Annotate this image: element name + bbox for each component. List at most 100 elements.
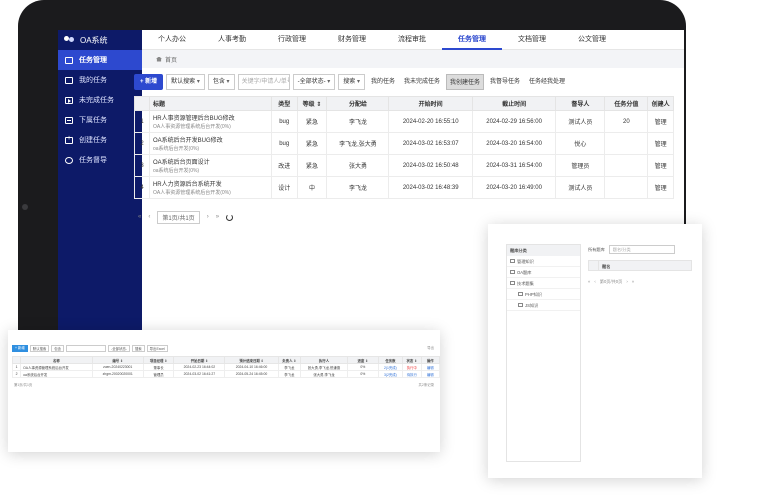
- col-header-owner[interactable]: 负责人 ⇕: [277, 356, 302, 364]
- question-pager: « ‹ 第0页/共0页 › »: [588, 279, 692, 285]
- cell-tasks[interactable]: 3(2完成): [377, 370, 404, 378]
- filter-supervised[interactable]: 我督导任务: [487, 74, 523, 90]
- cell-owner: 李飞龙: [277, 363, 302, 371]
- tree-node[interactable]: JS知识: [507, 300, 580, 311]
- pager-last[interactable]: »: [632, 279, 634, 285]
- project-search-mode[interactable]: 默认搜索: [29, 344, 50, 352]
- filter-created[interactable]: 我创建任务: [446, 74, 485, 90]
- cell-assignee: 李飞龙,张大勇: [326, 132, 390, 155]
- cell-name[interactable]: OA人事资源管理系统后台开发: [20, 363, 93, 371]
- cell-type: bug: [270, 132, 298, 155]
- col-header-end[interactable]: 截止时间: [471, 96, 557, 111]
- col-header-creator[interactable]: 创建人: [647, 96, 674, 111]
- folder-icon: [518, 292, 523, 296]
- refresh-icon[interactable]: [226, 213, 234, 221]
- search-button[interactable]: 搜索: [338, 74, 365, 90]
- task-project: oa系统后台开发(0%): [152, 168, 200, 174]
- task-table: 标题 类型 等级 ⇕ 分配给 开始时间 截止时间 督导人 任务分值 创建人 1 …: [134, 96, 674, 199]
- table-row[interactable]: 1 OA人事资源管理系统后台开发 zuen-20240223001 董事长 20…: [11, 363, 440, 371]
- pager-first[interactable]: «: [138, 214, 141, 220]
- pager-page-select[interactable]: 第1页/共1页: [14, 382, 32, 387]
- col-header-tasks[interactable]: 任务数: [377, 356, 404, 364]
- cell-title[interactable]: HR人事资源管理后台BUG修改 OA人事资源管理系统后台开发(0%): [148, 110, 272, 133]
- col-header-check: [589, 261, 599, 270]
- cell-level: 紧急: [296, 132, 328, 155]
- cell-index: 1: [134, 110, 150, 133]
- col-header-title[interactable]: 标题: [148, 96, 272, 111]
- pager-next[interactable]: ›: [207, 214, 209, 220]
- col-header-supervisor[interactable]: 督导人: [555, 96, 606, 111]
- project-contains[interactable]: 包含: [51, 344, 65, 352]
- add-button[interactable]: + 新增: [134, 74, 164, 90]
- cell-title[interactable]: OA系统后台页面设计 oa系统后台开发(0%): [148, 154, 272, 177]
- cell-score: [604, 176, 649, 199]
- cell-type: 设计: [270, 176, 298, 199]
- col-header-status[interactable]: 状态 ⇕: [402, 356, 422, 364]
- col-header-pm[interactable]: 项目经理 ⇕: [142, 356, 175, 364]
- cell-tasks[interactable]: 2(1完成): [377, 363, 404, 371]
- filter-unfinished[interactable]: 我未完成任务: [401, 74, 443, 90]
- table-row[interactable]: 2 oa系统后台开发 zhgm-20020020001 管理员 2024-03-…: [11, 370, 440, 378]
- pager-last[interactable]: »: [216, 214, 219, 220]
- task-title[interactable]: OA系统后台开发BUG修改: [153, 138, 223, 144]
- stage: OA系统 任务管理 我的任务 未完成任务 下属任务 + 创建任务 任务督导 个人…: [0, 0, 760, 500]
- task-title[interactable]: OA系统后台页面设计: [153, 160, 210, 166]
- col-header-score[interactable]: 任务分值: [604, 96, 649, 111]
- table-row[interactable]: 1 HR人事资源管理后台BUG修改 OA人事资源管理系统后台开发(0%) bug …: [134, 110, 674, 133]
- folder-icon: [510, 281, 515, 285]
- contains-select[interactable]: 包含: [207, 74, 235, 90]
- project-status-select[interactable]: -全部状态-: [108, 344, 130, 352]
- cell-owner: 李飞龙: [277, 370, 302, 378]
- folder-icon: [518, 303, 523, 307]
- task-title[interactable]: HR人力资源后台系统开发: [153, 182, 222, 188]
- col-header-index: [11, 356, 22, 364]
- cell-title[interactable]: HR人力资源后台系统开发 OA人事资源管理系统后台开发(0%): [148, 176, 272, 199]
- col-header-start[interactable]: 开始时间: [388, 96, 473, 111]
- question-search-input[interactable]: 题名/分类: [608, 245, 675, 254]
- table-row[interactable]: 4 HR人力资源后台系统开发 OA人事资源管理系统后台开发(0%) 设计 中 李飞…: [134, 176, 674, 199]
- project-add-button[interactable]: + 新增: [12, 344, 28, 352]
- edit-link[interactable]: 编辑: [420, 370, 440, 378]
- cell-start: 2024-03-02 16:41:27: [173, 370, 226, 378]
- cell-name[interactable]: oa系统后台开发: [20, 370, 93, 378]
- pager-page-select[interactable]: 第1页/共1页: [157, 210, 200, 224]
- task-title[interactable]: HR人事资源管理后台BUG修改: [153, 116, 235, 122]
- project-export-button[interactable]: 导出Excel: [146, 344, 168, 352]
- cell-index: 2: [11, 370, 22, 378]
- pager-page-select[interactable]: 第0页/共0页: [600, 279, 623, 285]
- table-row[interactable]: 3 OA系统后台页面设计 oa系统后台开发(0%) 改进 紧急 张大勇 2024-…: [134, 154, 674, 177]
- col-header-progress[interactable]: 进度 ⇕: [347, 356, 379, 364]
- pager-prev[interactable]: ‹: [148, 214, 150, 220]
- col-header-code[interactable]: 编号 ⇕: [91, 356, 144, 364]
- cell-title[interactable]: OA系统后台开发BUG修改 oa系统后台开发(0%): [148, 132, 272, 155]
- tree-node[interactable]: PHP知识: [507, 289, 580, 300]
- project-search-button[interactable]: 搜索: [131, 344, 145, 352]
- filter-my-tasks[interactable]: 我的任务: [368, 74, 398, 90]
- col-header-assignee[interactable]: 分配给: [326, 96, 390, 111]
- project-keyword-input[interactable]: [66, 344, 107, 352]
- search-mode-select[interactable]: 默认搜索: [166, 74, 205, 90]
- col-header-start[interactable]: 开始日期 ⇕: [173, 356, 226, 364]
- pager-next[interactable]: ›: [626, 279, 627, 285]
- col-header-title[interactable]: 题名: [599, 261, 610, 270]
- col-header-type[interactable]: 类型: [270, 96, 298, 111]
- col-header-exec[interactable]: 执行人: [300, 356, 348, 364]
- col-header-end[interactable]: 预计结束日期 ⇕: [224, 356, 279, 364]
- cell-start: 2024-02-23 16:44:02: [173, 363, 226, 371]
- tree-node[interactable]: 技术题集: [507, 278, 580, 289]
- edit-link[interactable]: 编辑: [420, 363, 440, 371]
- tree-node[interactable]: 管理知识: [507, 256, 580, 267]
- pager-prev[interactable]: ‹: [594, 279, 595, 285]
- question-table-header: 题名: [588, 260, 692, 271]
- col-header-name[interactable]: 名称: [20, 356, 93, 364]
- cell-exec: 张大勇,李飞龙,悦谦德: [300, 363, 348, 371]
- table-row[interactable]: 2 OA系统后台开发BUG修改 oa系统后台开发(0%) bug 紧急 李飞龙,张…: [134, 132, 674, 155]
- keyword-input[interactable]: 关键字/申请人/单号: [237, 74, 290, 90]
- filter-handled[interactable]: 任务经我处理: [526, 74, 568, 90]
- tree-header: 题库分类: [507, 245, 580, 256]
- tree-node-label: PHP知识: [525, 291, 542, 297]
- col-header-level[interactable]: 等级 ⇕: [296, 96, 328, 111]
- pager-first[interactable]: «: [588, 279, 590, 285]
- status-select[interactable]: -全部状态-: [292, 74, 336, 90]
- tree-node[interactable]: OA题库: [507, 267, 580, 278]
